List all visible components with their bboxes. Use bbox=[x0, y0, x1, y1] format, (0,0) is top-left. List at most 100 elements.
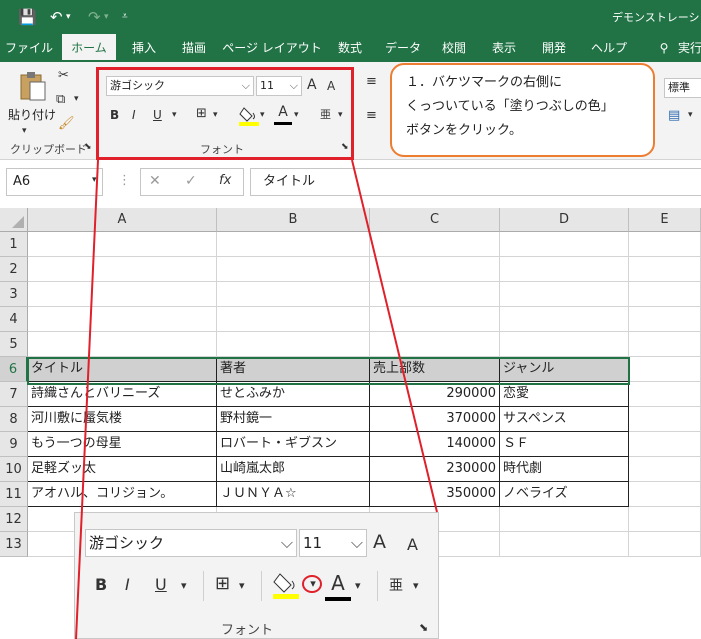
tab-review[interactable]: 校閲 bbox=[434, 34, 474, 62]
column-header-d[interactable]: D bbox=[500, 208, 629, 232]
tab-home[interactable]: ホーム bbox=[62, 34, 116, 62]
zoom-underline-button[interactable]: U bbox=[155, 575, 167, 594]
table-cell[interactable] bbox=[629, 407, 701, 432]
zoom-underline-dropdown-icon[interactable]: ▾ bbox=[181, 579, 187, 592]
tab-draw[interactable]: 描画 bbox=[172, 34, 216, 62]
clipboard-launcher-icon[interactable]: ⬊ bbox=[84, 142, 92, 152]
table-cell[interactable] bbox=[217, 232, 370, 257]
formula-input[interactable]: タイトル bbox=[250, 168, 701, 196]
tab-view[interactable]: 表示 bbox=[484, 34, 524, 62]
table-cell[interactable] bbox=[28, 332, 217, 357]
align-top-icon[interactable]: ≡ bbox=[366, 74, 377, 89]
table-cell[interactable] bbox=[500, 507, 629, 532]
table-cell[interactable] bbox=[370, 282, 500, 307]
table-cell[interactable] bbox=[500, 282, 629, 307]
row-header[interactable]: 1 bbox=[0, 232, 28, 257]
table-cell[interactable] bbox=[370, 332, 500, 357]
row-header[interactable]: 12 bbox=[0, 507, 28, 532]
table-cell[interactable] bbox=[629, 457, 701, 482]
undo-icon[interactable]: ↶ bbox=[50, 8, 63, 26]
align-left-icon[interactable]: ≡ bbox=[366, 108, 377, 123]
table-cell[interactable] bbox=[28, 307, 217, 332]
table-cell[interactable] bbox=[217, 332, 370, 357]
table-cell[interactable] bbox=[28, 257, 217, 282]
name-box-dropdown-icon[interactable]: ▾ bbox=[92, 175, 97, 185]
table-cell[interactable]: 370000 bbox=[370, 407, 500, 432]
row-header[interactable]: 4 bbox=[0, 307, 28, 332]
column-header-e[interactable]: E bbox=[629, 208, 701, 232]
table-cell[interactable]: 河川敷に蜃気楼 bbox=[28, 407, 217, 432]
zoom-bold-button[interactable]: B bbox=[95, 575, 107, 594]
table-cell[interactable]: 時代劇 bbox=[500, 457, 629, 482]
table-cell[interactable]: ノベライズ bbox=[500, 482, 629, 507]
zoom-fill-color-icon[interactable] bbox=[271, 569, 301, 601]
table-cell[interactable] bbox=[629, 332, 701, 357]
cancel-icon[interactable]: ✕ bbox=[149, 173, 161, 189]
table-cell[interactable] bbox=[370, 232, 500, 257]
row-header[interactable]: 13 bbox=[0, 532, 28, 557]
cut-icon[interactable]: ✂ bbox=[58, 68, 69, 83]
name-box[interactable]: A6 bbox=[6, 168, 103, 196]
redo-dropdown-icon[interactable]: ▾ bbox=[104, 12, 109, 22]
table-cell[interactable] bbox=[629, 357, 701, 382]
row-header[interactable]: 2 bbox=[0, 257, 28, 282]
zoom-increase-font-size-icon[interactable]: A bbox=[373, 531, 386, 553]
table-cell[interactable] bbox=[500, 307, 629, 332]
table-cell[interactable] bbox=[217, 307, 370, 332]
paste-button-label[interactable]: 貼り付け bbox=[8, 106, 56, 123]
table-cell[interactable]: 140000 bbox=[370, 432, 500, 457]
zoom-borders-icon[interactable]: ⊞ bbox=[215, 573, 230, 594]
lightbulb-icon[interactable]: ⚲ bbox=[654, 34, 674, 62]
table-cell[interactable] bbox=[370, 307, 500, 332]
copy-dropdown-icon[interactable]: ▾ bbox=[74, 94, 79, 104]
table-cell[interactable]: 山崎嵐太郎 bbox=[217, 457, 370, 482]
save-icon[interactable]: 💾 bbox=[18, 8, 37, 26]
row-header[interactable]: 6 bbox=[0, 357, 28, 382]
zoom-phonetic-dropdown-icon[interactable]: ▾ bbox=[413, 579, 419, 592]
zoom-decrease-font-size-icon[interactable]: A bbox=[407, 535, 418, 554]
table-cell[interactable]: 足軽ズッ太 bbox=[28, 457, 217, 482]
row-header[interactable]: 3 bbox=[0, 282, 28, 307]
table-cell[interactable] bbox=[629, 257, 701, 282]
currency-format-icon[interactable]: ▤ bbox=[668, 108, 680, 123]
row-header[interactable]: 8 bbox=[0, 407, 28, 432]
tab-help[interactable]: ヘルプ bbox=[586, 34, 632, 62]
paste-dropdown-icon[interactable]: ▾ bbox=[22, 126, 27, 136]
zoom-font-name-combo[interactable]: 游ゴシック ⌵ bbox=[85, 529, 297, 557]
table-cell[interactable] bbox=[500, 257, 629, 282]
table-cell[interactable] bbox=[500, 532, 629, 557]
row-header[interactable]: 9 bbox=[0, 432, 28, 457]
zoom-phonetic-guide-icon[interactable]: 亜 bbox=[389, 575, 403, 595]
zoom-font-launcher-icon[interactable]: ⬊ bbox=[419, 621, 428, 634]
table-cell[interactable] bbox=[629, 232, 701, 257]
table-cell[interactable] bbox=[629, 532, 701, 557]
table-cell[interactable] bbox=[629, 507, 701, 532]
table-cell[interactable] bbox=[500, 232, 629, 257]
table-cell[interactable] bbox=[629, 482, 701, 507]
table-cell[interactable] bbox=[500, 332, 629, 357]
table-cell[interactable] bbox=[629, 432, 701, 457]
table-cell[interactable]: もう一つの母星 bbox=[28, 432, 217, 457]
table-cell[interactable]: タイトル bbox=[28, 357, 217, 382]
column-header-c[interactable]: C bbox=[370, 208, 500, 232]
zoom-font-color-dropdown-icon[interactable]: ▾ bbox=[355, 579, 361, 592]
copy-icon[interactable]: ⧉ bbox=[56, 92, 65, 107]
table-cell[interactable]: ロバート・ギブスン bbox=[217, 432, 370, 457]
table-cell[interactable]: サスペンス bbox=[500, 407, 629, 432]
table-cell[interactable]: 売上部数 bbox=[370, 357, 500, 382]
table-cell[interactable]: アオハル、コリジョン。 bbox=[28, 482, 217, 507]
number-format-combo[interactable]: 標準 bbox=[664, 78, 701, 98]
table-cell[interactable]: ＳＦ bbox=[500, 432, 629, 457]
tab-page-layout[interactable]: ページ レイアウト bbox=[222, 34, 322, 62]
tab-insert[interactable]: 挿入 bbox=[124, 34, 164, 62]
redo-icon[interactable]: ↷ bbox=[88, 8, 101, 26]
insert-function-icon[interactable]: fx bbox=[219, 173, 231, 188]
row-header[interactable]: 7 bbox=[0, 382, 28, 407]
table-cell[interactable] bbox=[370, 257, 500, 282]
table-cell[interactable] bbox=[629, 382, 701, 407]
format-painter-icon[interactable]: 🖌 bbox=[58, 116, 75, 131]
tab-file[interactable]: ファイル bbox=[4, 34, 54, 62]
table-cell[interactable]: 230000 bbox=[370, 457, 500, 482]
table-cell[interactable]: ＪＵＮＹＡ☆ bbox=[217, 482, 370, 507]
table-cell[interactable] bbox=[217, 282, 370, 307]
